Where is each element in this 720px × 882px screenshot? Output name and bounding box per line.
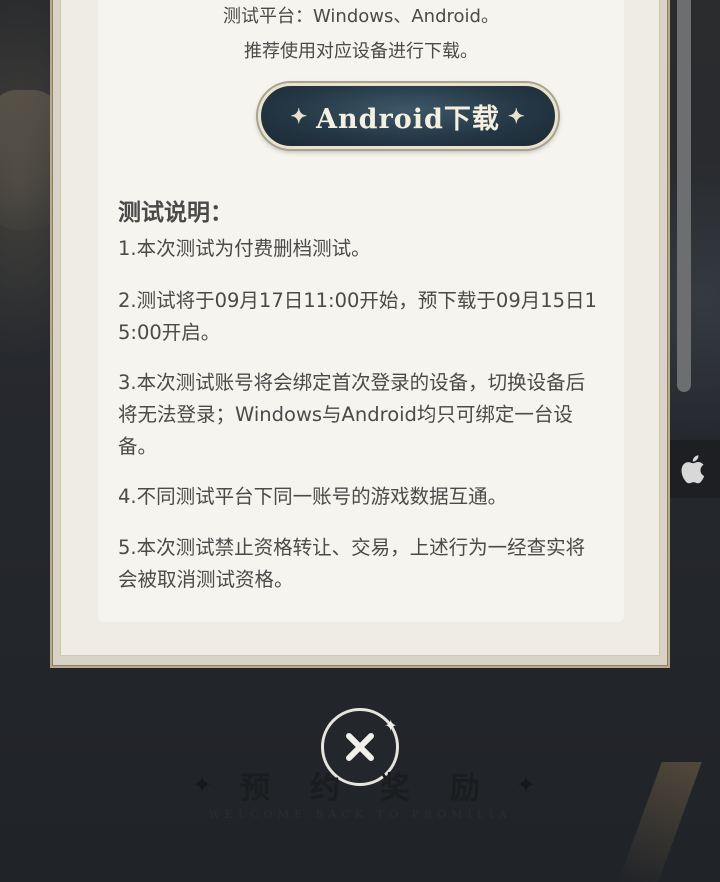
note-item-3: 3.本次测试账号将会绑定首次登录的设备，切换设备后将无法登录；Windows与A… [118,371,586,458]
recommend-text: 推荐使用对应设备进行下载。 [244,41,478,62]
note-item-2: 2.测试将于09月17日11:00开始，预下载于09月15日15:00开启。 [118,289,597,344]
modal-content[interactable]: 测试平台：Windows、Android。 推荐使用对应设备进行下载。 ✦ An… [98,0,624,622]
reward-title: 预约奖励 [240,771,520,806]
sparkle-icon: ✦ [507,104,526,128]
note-item-1: 1.本次测试为付费删档测试。 [118,237,371,260]
sparkle-icon: ✦ [384,716,398,735]
star-icon: ✦ [516,771,537,799]
note-item-4: 4.不同测试平台下同一账号的游戏数据互通。 [118,485,508,508]
android-download-button[interactable]: ✦ Android下载 ✦ [258,83,558,149]
section-title: 测试说明： [118,200,233,226]
ios-download-tab[interactable] [668,440,720,498]
scrollbar[interactable] [677,0,691,392]
apple-icon [681,455,705,484]
note-item-5: 5.本次测试禁止资格转让、交易，上述行为一经查实将会被取消测试资格。 [118,536,586,591]
close-icon [346,733,374,761]
sparkle-icon: ✦ [290,104,309,128]
platform-text: 测试平台：Windows、Android。 [223,6,499,27]
android-download-label: Android下载 [316,103,500,135]
reward-subtitle: WELCOME BACK TO PROMILIA [208,808,512,821]
